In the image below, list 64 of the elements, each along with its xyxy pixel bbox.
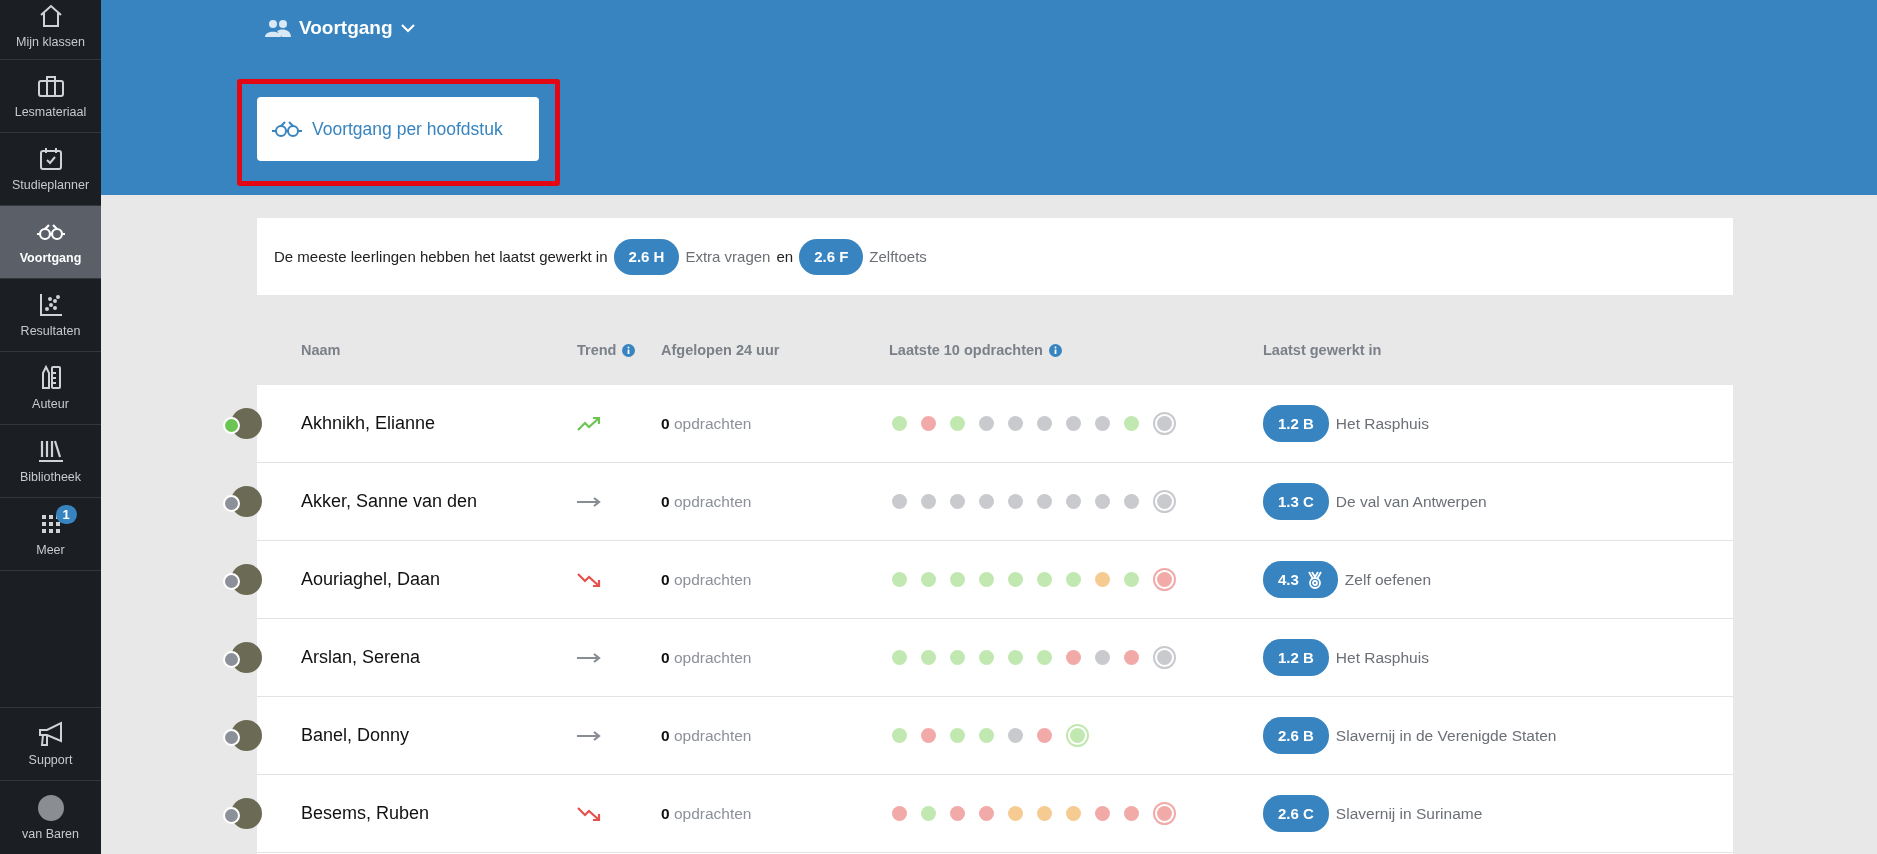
chapter-badge: 1.3 C [1263,483,1329,520]
glasses-icon [35,223,66,241]
student-row[interactable]: Banel, Donny 0 opdrachten 2.6 B Slavernij in de Verenigde Staten [257,697,1733,775]
books-icon [37,439,64,463]
summary-text: De meeste leerlingen hebben het laatst gewerkt in [274,248,608,265]
chapter-badge: 1.2 B [1263,405,1329,442]
student-row[interactable]: Akker, Sanne van den 0 opdrachten 1.3 C De val van Antwerpen [257,463,1733,541]
chapter-badge: 1.2 B [1263,639,1329,676]
assignment-count: 0 opdrachten [661,726,753,745]
column-header: Naam [301,342,341,358]
student-row[interactable]: Aouriaghel, Daan 0 opdrachten 4.3 Zelf oefenen [257,541,1733,619]
scatter-chart-icon [38,293,63,317]
chapter-progress-button[interactable]: Voortgang per hoofdstuk [257,97,539,161]
user-avatar [37,794,64,821]
chapter-badge: 2.6 C [1263,795,1329,832]
pencil-ruler-icon [39,365,62,391]
student-name: Akker, Sanne van den [300,491,479,512]
chapter-badge: 2.6 F [799,238,864,275]
nav-item[interactable]: Resultaten [0,279,101,352]
chapter-title: Het Rasphuis [1335,648,1429,667]
column-header: Trend [577,342,617,358]
student-name: Arslan, Serena [300,647,422,668]
student-name: Besems, Ruben [300,803,431,824]
megaphone-icon [36,721,65,747]
grid-icon [41,515,60,533]
column-header: Afgelopen 24 uur [661,342,780,358]
chevron-down-icon [400,23,415,33]
view-dropdown[interactable]: Voortgang [265,12,415,44]
chapter-title: Slavernij in Suriname [1335,804,1483,823]
assignment-count: 0 opdrachten [661,648,753,667]
column-header: Laatste 10 opdrachten [889,342,1043,358]
section-label: Extra vragen [685,248,771,265]
nav-item[interactable]: Voortgang [0,206,101,279]
student-row[interactable]: Besems, Ruben 0 opdrachten 2.6 C Slavernij in Suriname [257,775,1733,853]
student-row[interactable]: Akhnikh, Elianne 0 opdrachten 1.2 B Het Rasphuis [257,385,1733,463]
column-header: Laatst gewerkt in [1263,342,1382,358]
chapter-title: Zelf oefenen [1344,570,1432,589]
chapter-title: Slavernij in de Verenigde Staten [1335,726,1557,745]
medal-icon [1306,570,1323,589]
nav-item[interactable]: van Baren [0,781,101,854]
people-icon [265,19,291,37]
nav-item[interactable]: Support [0,708,101,781]
student-name: Banel, Donny [300,725,411,746]
glasses-icon [271,120,303,138]
nav-item[interactable]: 1 Meer [0,498,101,571]
section-label: Zelftoets [869,248,927,265]
chapter-title: De val van Antwerpen [1335,492,1487,511]
student-name: Akhnikh, Elianne [300,413,437,434]
chapter-badge: 2.6 H [613,238,680,275]
student-row[interactable]: Arslan, Serena 0 opdrachten 1.2 B Het Rasphuis [257,619,1733,697]
briefcase-icon [36,74,65,98]
chapter-title: Het Rasphuis [1335,414,1429,433]
assignment-count: 0 opdrachten [661,570,753,589]
summary-text: en [776,248,794,265]
nav-item[interactable]: Bibliotheek [0,425,101,498]
chapter-badge: 4.3 [1263,561,1338,598]
chapter-badge: 2.6 B [1263,717,1329,754]
assignment-count: 0 opdrachten [661,804,753,823]
student-name: Aouriaghel, Daan [300,569,442,590]
calendar-icon [38,147,63,171]
assignment-count: 0 opdrachten [661,492,753,511]
nav-item[interactable]: Auteur [0,352,101,425]
notification-badge: 1 [55,505,77,524]
assignment-count: 0 opdrachten [661,414,753,433]
